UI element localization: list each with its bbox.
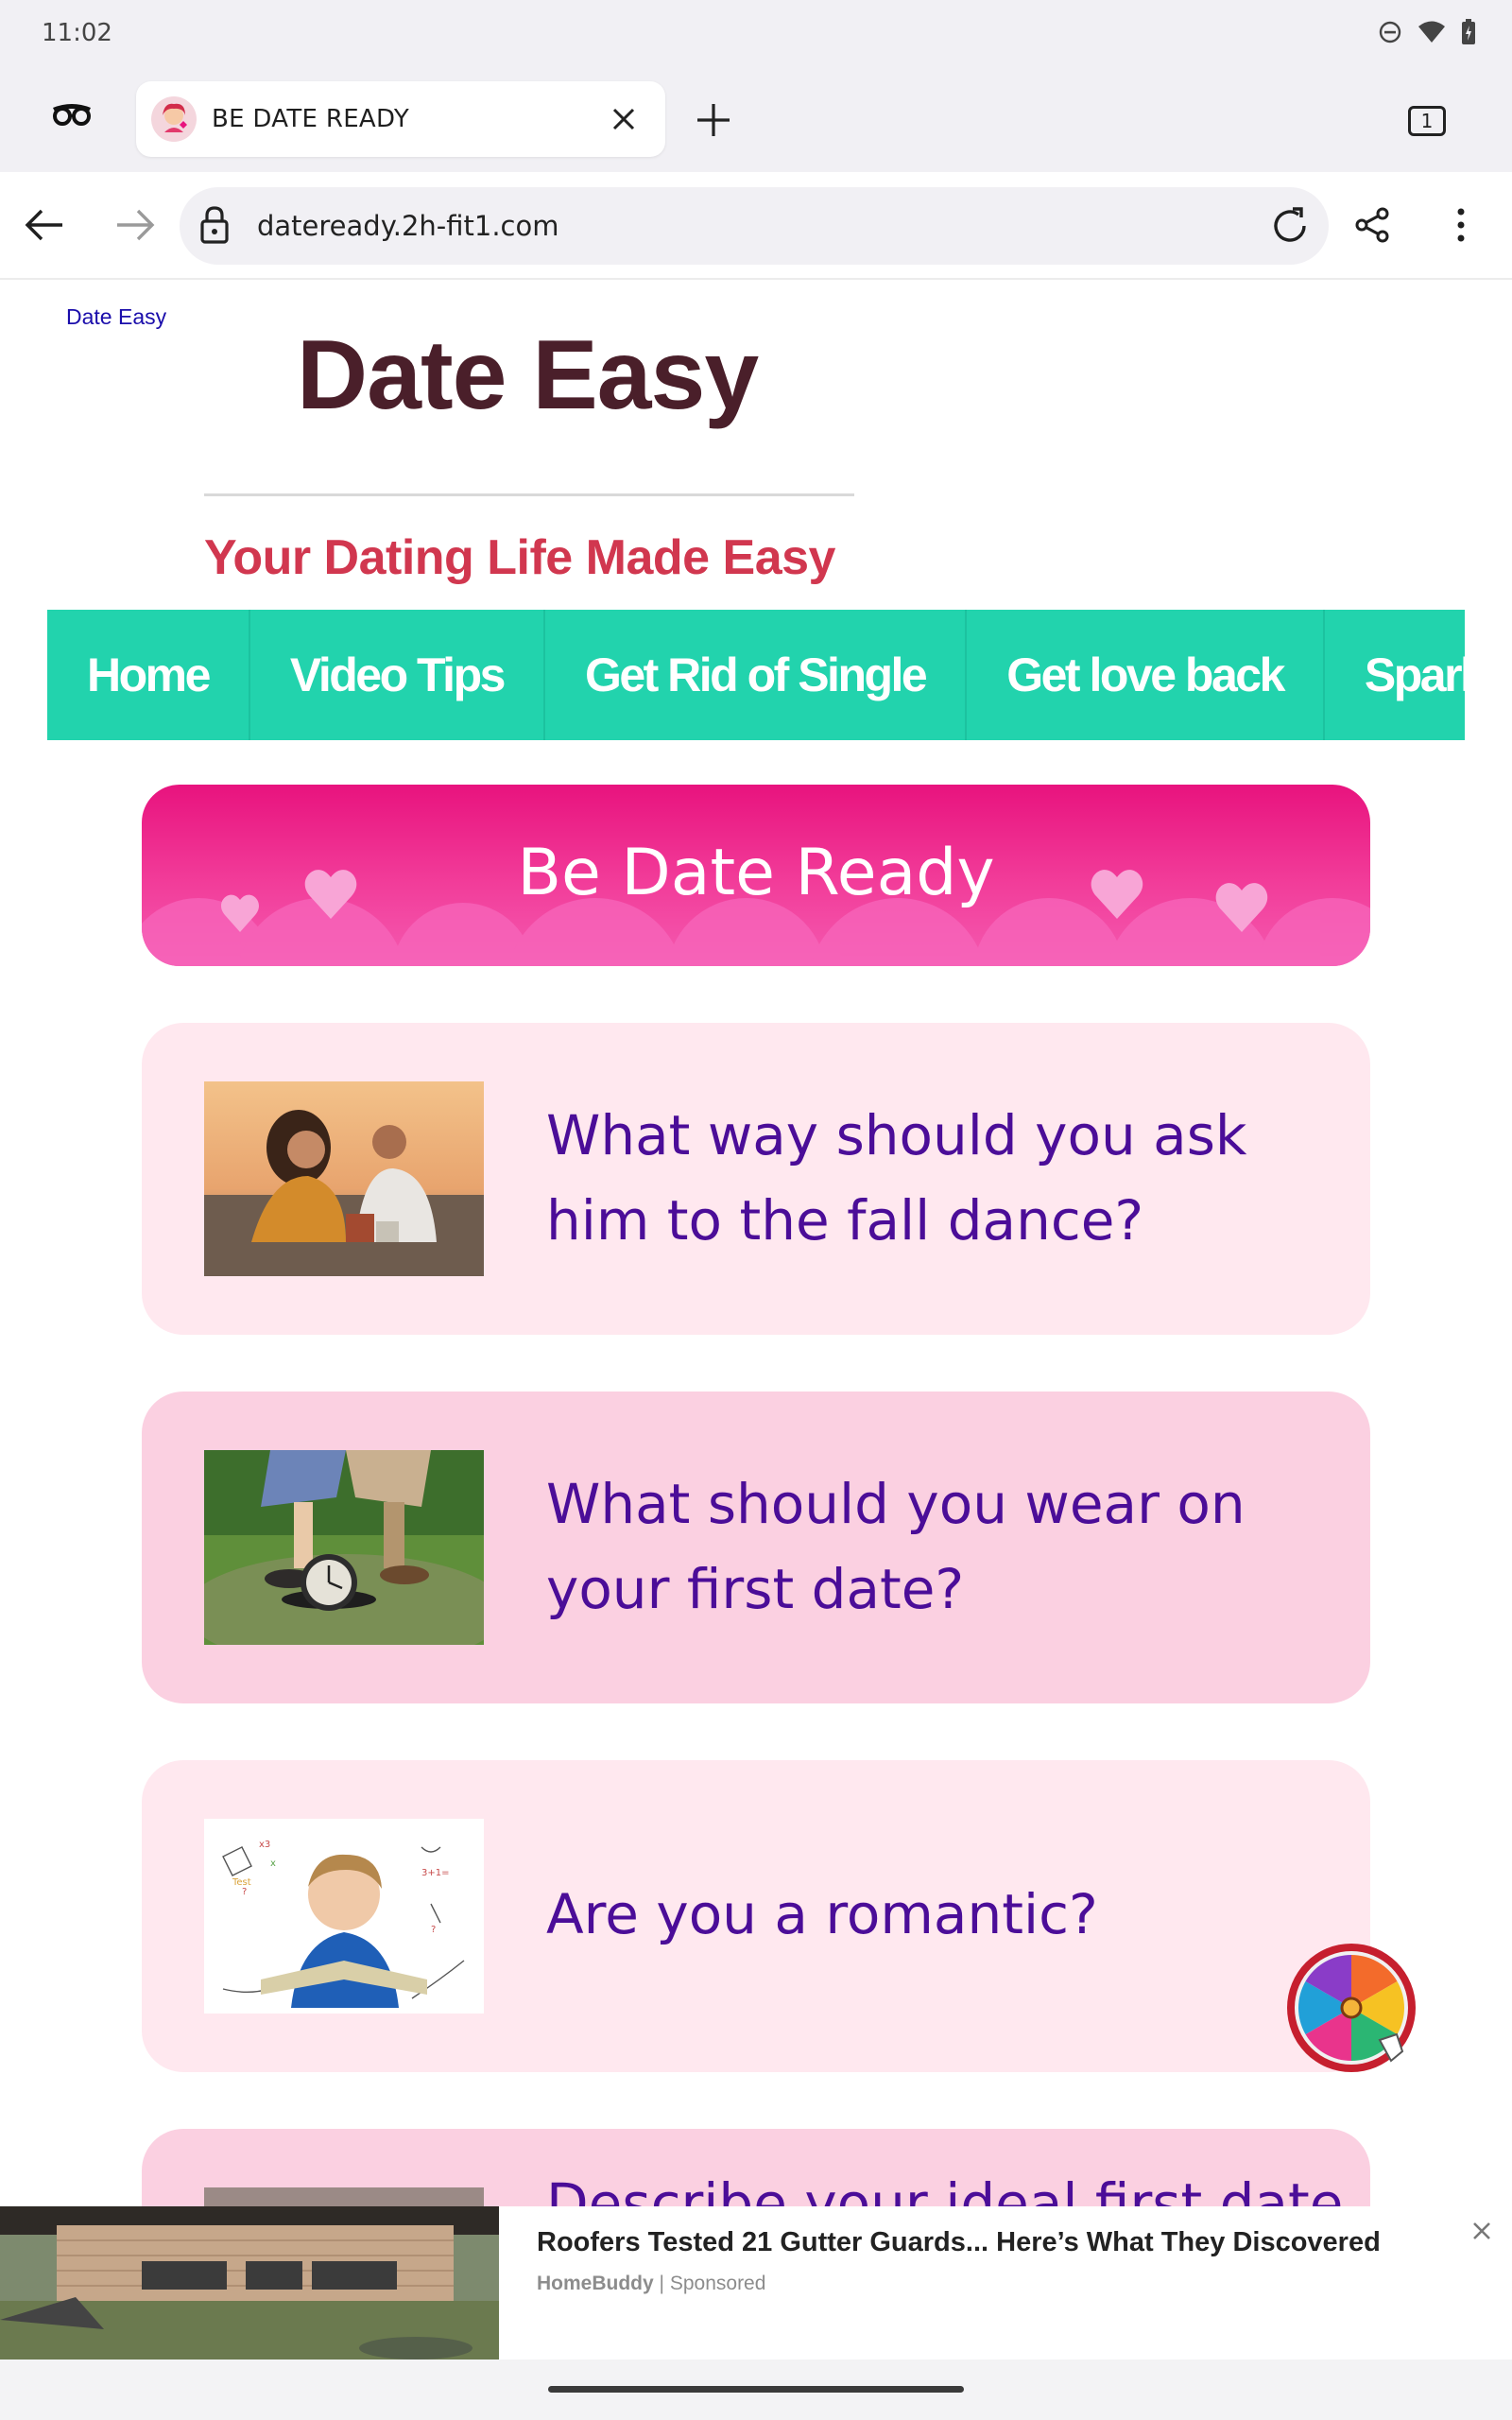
status-bar: 11:02 [0, 0, 1512, 68]
address-bar[interactable]: dateready.2h-fit1.com [180, 187, 1329, 265]
banner-title: Be Date Ready [517, 836, 995, 910]
svg-text:?: ? [431, 1925, 436, 1935]
home-indicator[interactable] [548, 2386, 964, 2393]
article-title[interactable]: What way should you ask him to the fall … [546, 1093, 1361, 1263]
site-logo-link[interactable]: Date Easy [66, 304, 166, 330]
status-time: 11:02 [42, 19, 112, 47]
article-card[interactable]: What way should you ask him to the fall … [142, 1023, 1370, 1335]
sponsored-ad[interactable]: Roofers Tested 21 Gutter Guards... Here’… [0, 2206, 1512, 2360]
svg-text:x: x [270, 1858, 276, 1869]
nav-item-home[interactable]: Home [47, 610, 250, 740]
svg-text:?: ? [242, 1887, 247, 1897]
nav-item-spark[interactable]: Spark [1325, 610, 1465, 740]
article-thumbnail[interactable]: x3? 3+1= ? Test x [204, 1819, 484, 2014]
article-title[interactable]: What should you wear on your first date? [546, 1461, 1361, 1632]
site-title[interactable]: Date Easy [297, 320, 759, 432]
close-ad-icon[interactable] [1470, 2220, 1493, 2242]
lock-icon[interactable] [200, 206, 229, 244]
article-thumbnail[interactable] [204, 1450, 484, 1645]
forward-arrow-icon[interactable] [115, 206, 155, 244]
tab-title: BE DATE READY [212, 105, 410, 133]
svg-text:3+1=: 3+1= [421, 1868, 449, 1878]
hero-banner[interactable]: Be Date Ready [142, 785, 1370, 966]
wifi-icon [1418, 21, 1445, 43]
nav-item-video-tips[interactable]: Video Tips [250, 610, 545, 740]
reload-icon[interactable] [1270, 206, 1310, 246]
title-divider [204, 493, 854, 496]
nav-item-get-love-back[interactable]: Get love back [967, 610, 1325, 740]
site-tagline: Your Dating Life Made Easy [204, 530, 835, 585]
ad-image[interactable] [0, 2206, 499, 2360]
browser-tab[interactable]: BE DATE READY [136, 81, 665, 157]
battery-icon [1462, 19, 1475, 44]
article-card[interactable]: What should you wear on your first date? [142, 1392, 1370, 1703]
prize-wheel-icon[interactable] [1285, 1942, 1418, 2074]
svg-text:x3: x3 [259, 1840, 270, 1850]
article-thumbnail[interactable] [204, 1081, 484, 1276]
main-nav: Home Video Tips Get Rid of Single Get lo… [47, 610, 1465, 740]
close-tab-icon[interactable] [609, 104, 639, 134]
status-icons [1378, 19, 1476, 45]
do-not-disturb-icon [1379, 21, 1401, 43]
share-icon[interactable] [1353, 206, 1391, 244]
article-card[interactable]: x3? 3+1= ? Test x Are you a romantic? [142, 1760, 1370, 2072]
ad-separator: | [659, 2273, 664, 2294]
more-options-icon[interactable] [1455, 206, 1467, 244]
ad-title[interactable]: Roofers Tested 21 Gutter Guards... Here’… [537, 2227, 1381, 2258]
back-arrow-icon[interactable] [25, 206, 64, 244]
ad-sponsored-label: Sponsored [669, 2273, 766, 2294]
tab-strip: BE DATE READY 1 [0, 68, 1512, 172]
url-text[interactable]: dateready.2h-fit1.com [257, 210, 558, 242]
svg-text:Test: Test [232, 1877, 251, 1888]
ad-advertiser: HomeBuddy [537, 2273, 654, 2294]
new-tab-plus-icon[interactable] [696, 102, 731, 138]
toolbar: dateready.2h-fit1.com [0, 172, 1512, 280]
gesture-nav-bar [0, 2360, 1512, 2420]
incognito-icon[interactable] [51, 102, 93, 127]
article-title[interactable]: Are you a romantic? [546, 1872, 1361, 1957]
site-favicon-icon [151, 96, 197, 142]
nav-item-get-rid-of-single[interactable]: Get Rid of Single [545, 610, 968, 740]
tab-switcher-button[interactable]: 1 [1408, 106, 1446, 136]
ad-source: HomeBuddy | Sponsored [537, 2273, 765, 2295]
